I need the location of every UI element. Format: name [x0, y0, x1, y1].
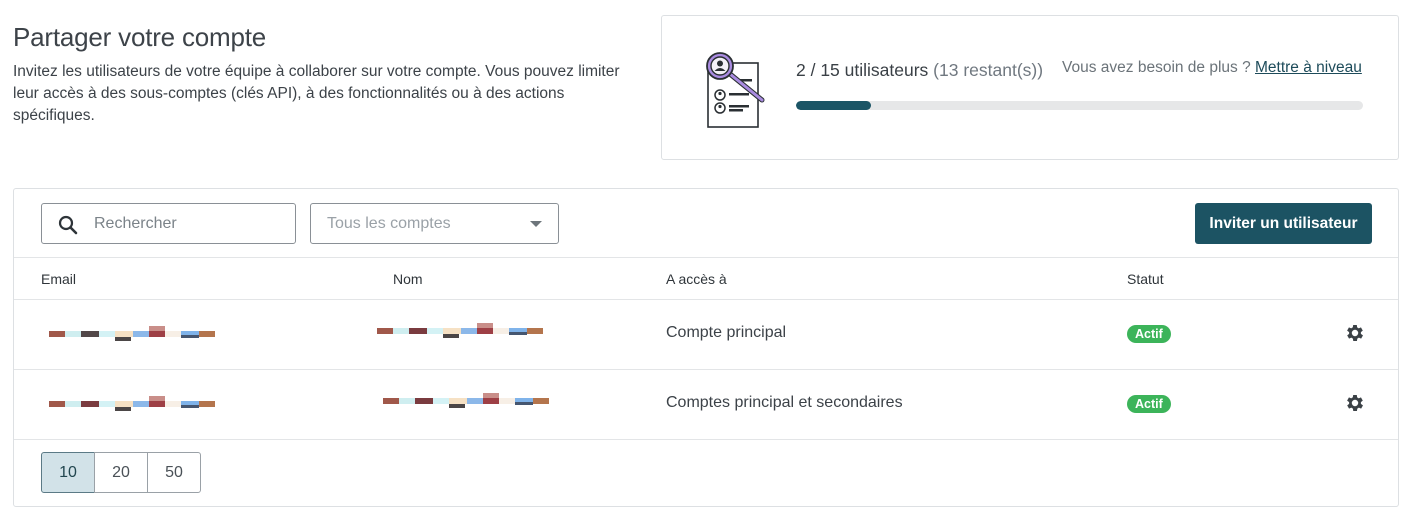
- account-filter-value: Tous les comptes: [327, 215, 451, 232]
- redacted-email: [49, 324, 215, 344]
- access-cell: Compte principal: [666, 324, 787, 341]
- redacted-email: [49, 394, 215, 414]
- page-size-10-button[interactable]: 10: [41, 452, 95, 493]
- gear-icon[interactable]: [1344, 322, 1366, 344]
- page-size-20-button[interactable]: 20: [94, 452, 148, 493]
- status-badge: Actif: [1127, 395, 1171, 413]
- column-header-access: A accès à: [666, 271, 727, 287]
- page-size-selector: 10 20 50: [41, 452, 201, 493]
- user-quota-count: 2 / 15 utilisateurs (13 restant(s)): [796, 60, 1043, 81]
- page-title: Partager votre compte: [13, 22, 267, 52]
- quota-progress-fill: [796, 101, 872, 110]
- quota-progress-bar: [796, 101, 1363, 110]
- quota-card: 2 / 15 utilisateurs (13 restant(s)) Vous…: [661, 15, 1399, 160]
- redacted-name: [377, 321, 543, 341]
- status-badge: Actif: [1127, 325, 1171, 343]
- upgrade-link[interactable]: Mettre à niveau: [1255, 59, 1362, 77]
- gear-icon[interactable]: [1344, 392, 1366, 414]
- page-size-50-button[interactable]: 50: [147, 452, 201, 493]
- search-icon: [58, 215, 78, 235]
- quota-used-total: 2 / 15 utilisateurs: [796, 60, 929, 80]
- access-cell: Comptes principal et secondaires: [666, 394, 903, 411]
- user-document-magnifier-icon: [706, 52, 765, 128]
- page-description: Invitez les utilisateurs de votre équipe…: [13, 63, 620, 124]
- search-input[interactable]: [94, 204, 290, 243]
- column-header-name: Nom: [393, 271, 423, 287]
- search-box[interactable]: [41, 203, 296, 244]
- need-more-text: Vous avez besoin de plus ?: [1062, 59, 1251, 76]
- divider: [14, 257, 1398, 258]
- column-header-email: Email: [41, 271, 77, 287]
- users-table-card: Tous les comptes Inviter un utilisateur …: [13, 188, 1399, 507]
- redacted-name: [383, 391, 549, 411]
- account-filter-select[interactable]: Tous les comptes: [310, 203, 559, 244]
- chevron-down-icon: [530, 221, 542, 227]
- table-row: Compte principal Actif: [14, 299, 1398, 369]
- divider: [14, 439, 1398, 440]
- invite-user-button[interactable]: Inviter un utilisateur: [1195, 203, 1372, 244]
- quota-remaining: (13 restant(s)): [933, 60, 1044, 80]
- column-header-status: Statut: [1127, 271, 1164, 287]
- table-row: Comptes principal et secondaires Actif: [14, 369, 1398, 439]
